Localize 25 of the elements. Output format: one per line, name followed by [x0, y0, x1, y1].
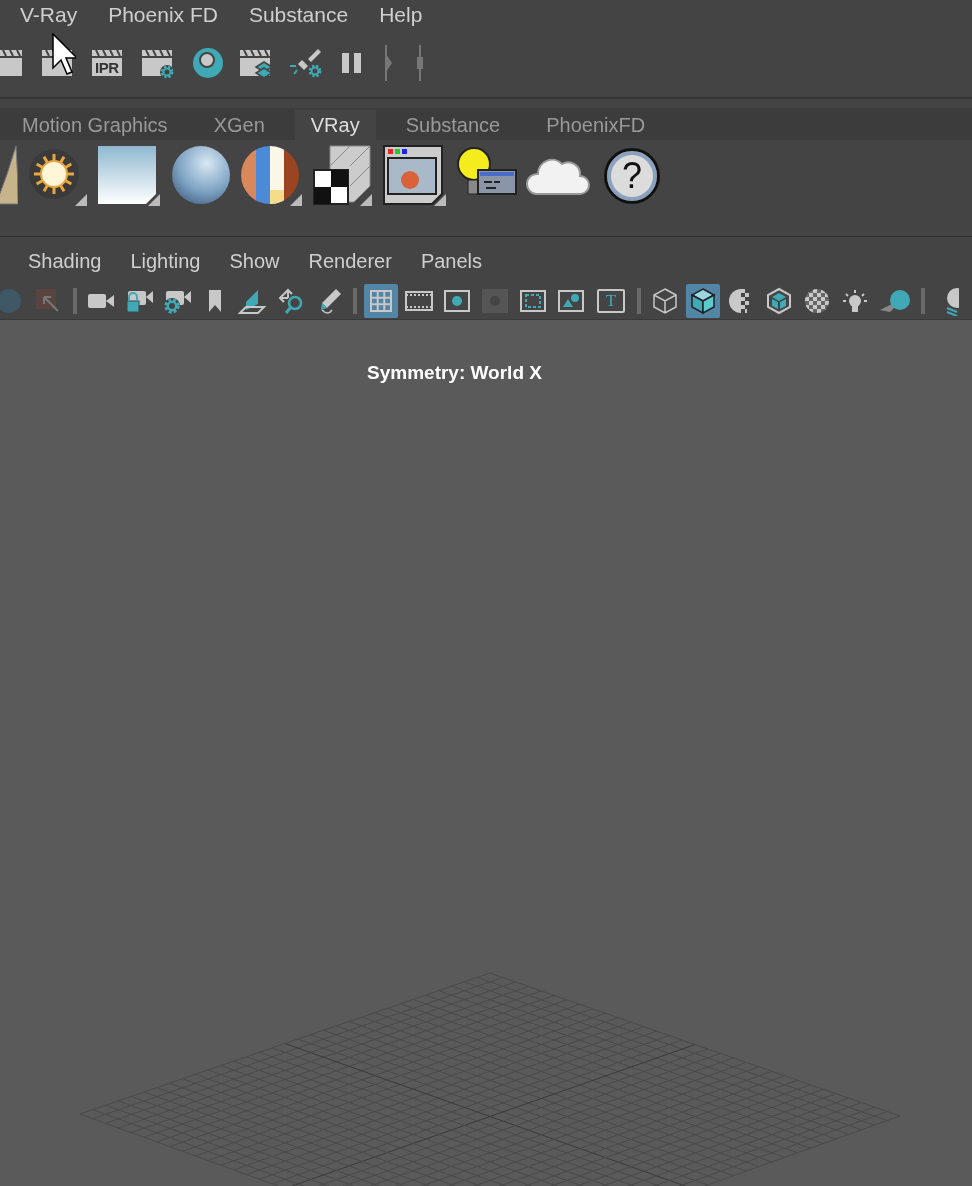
ipr-render-button[interactable]: IPR — [90, 46, 128, 80]
ring-icon[interactable] — [190, 46, 226, 80]
text-toggle[interactable]: T — [597, 289, 625, 313]
panel-menu-item[interactable]: Renderer — [308, 249, 392, 273]
symmetry-label: Symmetry: World X — [367, 362, 542, 384]
sky-gradient-icon[interactable] — [96, 144, 162, 208]
arch-icon[interactable] — [0, 144, 18, 208]
menu-item[interactable]: V-Ray — [20, 3, 78, 27]
shelf-tab[interactable]: Substance — [389, 110, 517, 140]
help-button[interactable]: ? — [604, 148, 660, 204]
panel-menu-item[interactable]: Panels — [420, 249, 483, 273]
shelf-tab[interactable]: XGen — [197, 110, 281, 140]
menu-item[interactable]: Substance — [248, 3, 349, 27]
frame-window-icon[interactable] — [382, 144, 448, 208]
shelf-tab[interactable]: VRay — [294, 110, 376, 140]
menu-item[interactable]: Phoenix FD — [108, 3, 218, 27]
shelf-tab[interactable]: Motion Graphics — [6, 110, 184, 140]
menu-item[interactable]: Help — [379, 3, 423, 27]
striped-sphere-icon[interactable] — [240, 144, 304, 208]
checker-icon[interactable] — [312, 144, 374, 208]
panel-menu-item[interactable]: Show — [229, 249, 280, 273]
panel-menu-item[interactable]: Shading — [28, 249, 102, 273]
shelf-tab[interactable]: PhoenixFD — [530, 110, 662, 140]
pointer-cursor-icon — [52, 33, 76, 77]
panel-menu-item[interactable]: Lighting — [130, 249, 201, 273]
